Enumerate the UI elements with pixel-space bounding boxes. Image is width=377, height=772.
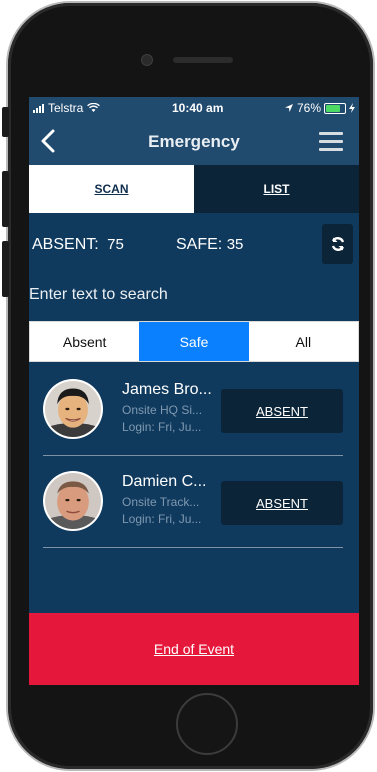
list-item[interactable]: James Bro... Onsite HQ Si... Login: Fri,… xyxy=(29,373,359,463)
person-photo xyxy=(45,473,101,529)
search-input[interactable]: Enter text to search xyxy=(29,286,168,304)
person-location: Onsite HQ Si... xyxy=(122,403,203,417)
person-name: Damien C... xyxy=(122,473,207,490)
tab-scan[interactable]: SCAN xyxy=(29,165,194,213)
person-location: Onsite Track... xyxy=(122,495,200,509)
earpiece-speaker xyxy=(173,57,233,63)
filter-absent[interactable]: Absent xyxy=(30,322,139,361)
charging-icon xyxy=(349,103,355,113)
hamburger-menu-icon[interactable] xyxy=(319,132,343,152)
avatar xyxy=(43,471,103,531)
view-tabs: SCAN LIST xyxy=(29,165,359,213)
list-item[interactable]: Damien C... Onsite Track... Login: Fri, … xyxy=(29,465,359,555)
signal-icon xyxy=(33,103,44,113)
battery-icon xyxy=(324,102,346,114)
absent-count-value: 75 xyxy=(107,236,124,253)
tab-list[interactable]: LIST xyxy=(194,165,359,213)
front-camera xyxy=(141,54,153,66)
avatar xyxy=(43,379,103,439)
absent-count-label: ABSENT: xyxy=(32,236,99,253)
person-photo xyxy=(45,381,101,437)
row-divider xyxy=(43,547,343,548)
status-right: 76% xyxy=(284,101,355,115)
status-bar: Telstra 10:40 am 76% xyxy=(29,97,359,119)
nav-bar: Emergency xyxy=(29,119,359,165)
filter-safe[interactable]: Safe xyxy=(139,322,249,361)
app-screen: Telstra 10:40 am 76% Emergency SCAN LIST… xyxy=(29,97,359,685)
person-name: James Bro... xyxy=(122,381,212,398)
refresh-button[interactable] xyxy=(322,224,353,264)
carrier-info: Telstra xyxy=(33,101,101,115)
clock: 10:40 am xyxy=(172,101,224,115)
safe-count-label: SAFE: xyxy=(176,236,223,253)
row-divider xyxy=(43,455,343,456)
attendance-counts: ABSENT: 75 SAFE: 35 xyxy=(32,236,243,254)
volume-down-button xyxy=(2,241,9,297)
person-login: Login: Fri, Ju... xyxy=(122,420,202,434)
mark-absent-button[interactable]: ABSENT xyxy=(221,481,343,525)
location-arrow-icon xyxy=(284,104,293,112)
home-button[interactable] xyxy=(176,693,238,755)
filter-all[interactable]: All xyxy=(249,322,358,361)
mark-absent-button[interactable]: ABSENT xyxy=(221,389,343,433)
battery-percent: 76% xyxy=(296,101,321,115)
refresh-icon xyxy=(331,237,344,251)
page-title: Emergency xyxy=(148,132,240,151)
mute-switch xyxy=(2,107,9,137)
person-login: Login: Fri, Ju... xyxy=(122,512,202,526)
status-filter: Absent Safe All xyxy=(29,321,359,362)
safe-count-value: 35 xyxy=(226,236,244,253)
end-of-event-button[interactable]: End of Event xyxy=(29,613,359,685)
wifi-icon xyxy=(87,103,101,112)
volume-up-button xyxy=(2,171,9,227)
carrier-label: Telstra xyxy=(48,101,84,115)
